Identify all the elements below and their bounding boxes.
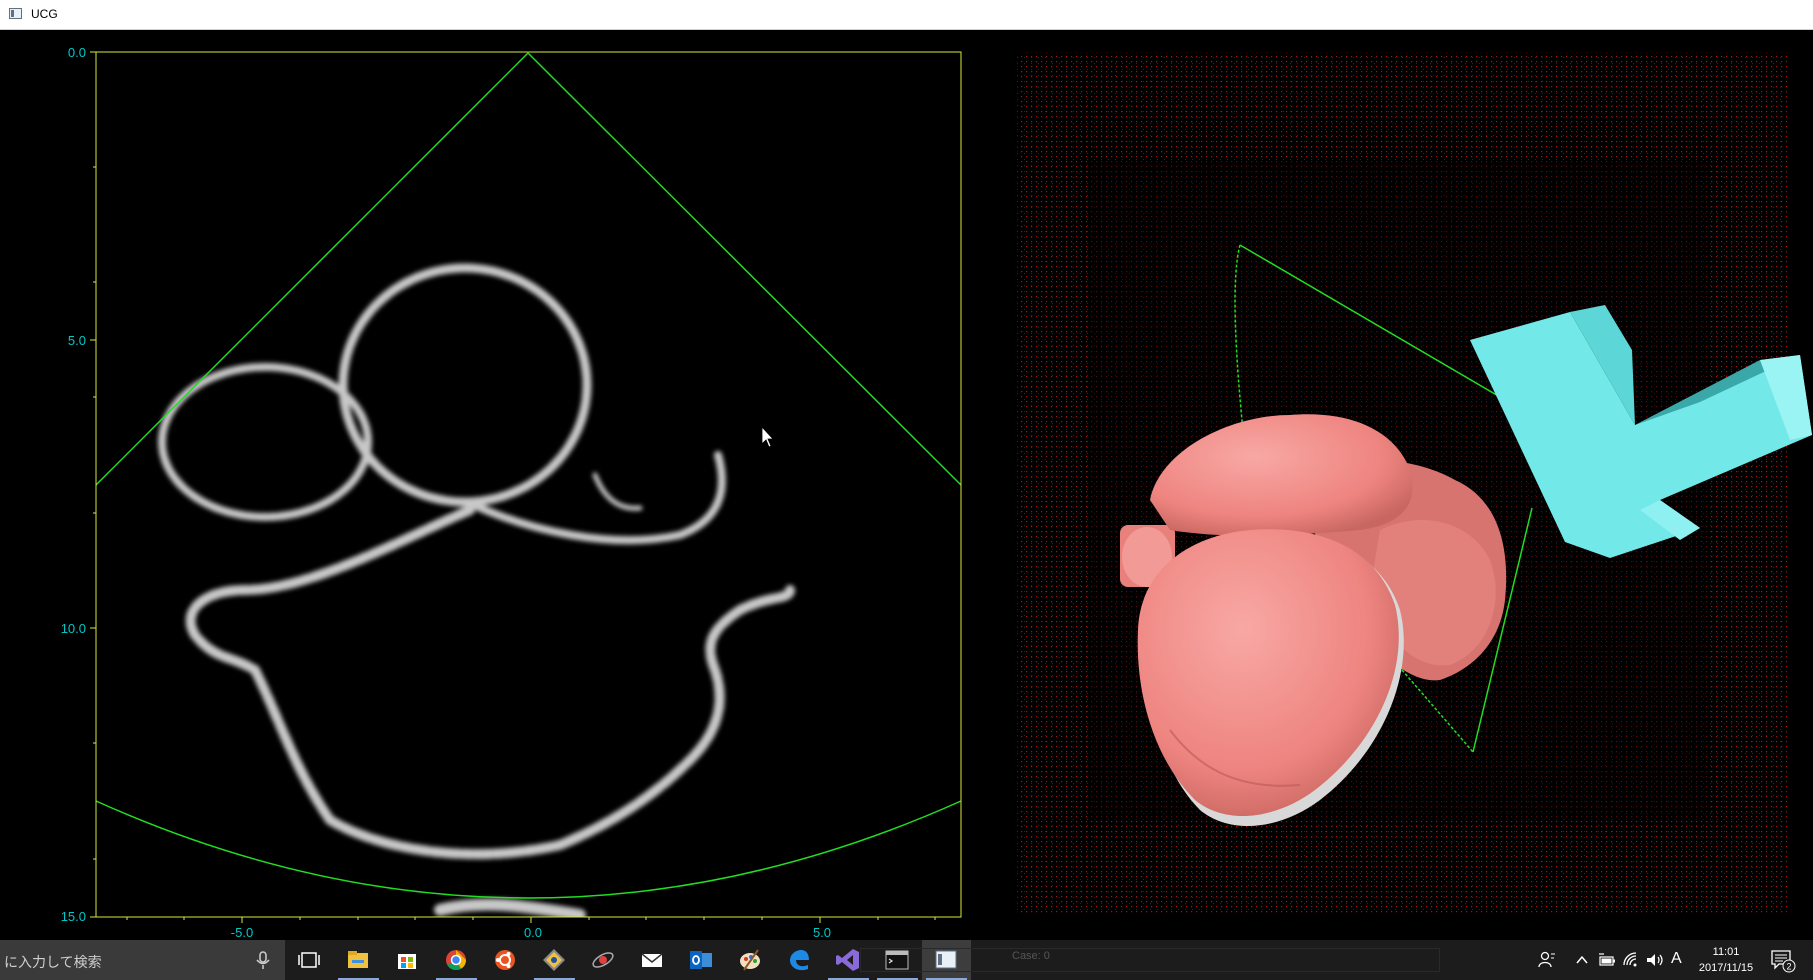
paint-button[interactable] (726, 940, 775, 980)
main-viewport[interactable]: 0.0 5.0 10.0 15.0 -5.0 0.0 5.0 (0, 30, 1813, 940)
y-axis-labels: 0.0 5.0 10.0 15.0 (61, 45, 86, 924)
satellite-icon (592, 952, 614, 968)
echo-chamber-outline (185, 505, 795, 860)
outlook-button[interactable] (677, 940, 726, 980)
app-window-icon[interactable] (9, 8, 22, 19)
notification-count: 2 (1786, 962, 1791, 972)
satellite-app-button[interactable] (579, 940, 628, 980)
status-field (860, 948, 1440, 972)
x-tick-label: 5.0 (813, 925, 831, 940)
echo-bottom-fragment (434, 898, 586, 917)
taskbar-clock[interactable]: 11:01 2017/11/15 (1692, 944, 1760, 976)
taskbar: に入力して検索 Case: 0 A 11:01 2017/11/15 2 (0, 940, 1813, 980)
git-button[interactable] (530, 940, 579, 980)
battery-icon[interactable] (1598, 951, 1616, 969)
echo-fragment (592, 472, 643, 511)
x-tick-label: -5.0 (231, 925, 253, 940)
scan-sector (95, 52, 962, 899)
edge-icon (790, 950, 809, 971)
echo-structures (158, 263, 795, 917)
y-tick-label: 15.0 (61, 909, 86, 924)
title-bar: UCG (0, 0, 1813, 30)
ubuntu-button[interactable] (481, 940, 530, 980)
y-tick-label: 5.0 (68, 333, 86, 348)
microphone-icon[interactable] (255, 950, 271, 970)
people-icon[interactable] (1538, 951, 1556, 969)
mail-button[interactable] (628, 940, 677, 980)
chevron-up-icon[interactable] (1575, 951, 1589, 969)
paint-icon (740, 949, 760, 971)
heart-3d-view[interactable] (1000, 30, 1813, 940)
status-text: Case: 0 (1012, 950, 1050, 962)
clock-time: 11:01 (1712, 946, 1740, 958)
taskbar-search-box[interactable]: に入力して検索 (0, 940, 285, 980)
axis-ticks (90, 51, 936, 923)
y-tick-label: 0.0 (68, 45, 86, 60)
window-title: UCG (31, 7, 58, 21)
wifi-icon[interactable] (1622, 951, 1640, 969)
ubuntu-icon (495, 950, 515, 970)
volume-icon[interactable] (1645, 951, 1665, 969)
clock-date: 2017/11/15 (1698, 962, 1754, 974)
ime-indicator[interactable]: A (1671, 950, 1682, 968)
chrome-icon (446, 950, 467, 971)
outlook-icon (690, 951, 712, 969)
mouse-cursor-icon (761, 425, 774, 448)
git-icon (543, 949, 565, 971)
search-placeholder: に入力して検索 (4, 954, 102, 970)
store-button[interactable] (383, 940, 432, 980)
edge-button[interactable] (775, 940, 824, 980)
x-axis-labels: -5.0 0.0 5.0 (231, 925, 831, 940)
task-view-button[interactable] (285, 940, 334, 980)
chrome-button[interactable] (432, 940, 481, 980)
ultrasound-view[interactable]: 0.0 5.0 10.0 15.0 -5.0 0.0 5.0 (0, 30, 990, 940)
echo-ring-small (158, 363, 372, 521)
store-icon (398, 954, 416, 969)
echo-arc-right (472, 451, 726, 545)
task-view-icon (298, 952, 320, 968)
visual-studio-icon (836, 949, 859, 971)
sector-right-edge (527, 52, 962, 486)
y-tick-label: 10.0 (61, 621, 86, 636)
echo-ring-large (338, 263, 592, 507)
file-explorer-button[interactable] (334, 940, 383, 980)
mail-icon (641, 953, 663, 967)
file-explorer-icon (348, 951, 368, 968)
x-tick-label: 0.0 (524, 925, 542, 940)
notification-center-icon[interactable]: 2 (1770, 949, 1796, 973)
